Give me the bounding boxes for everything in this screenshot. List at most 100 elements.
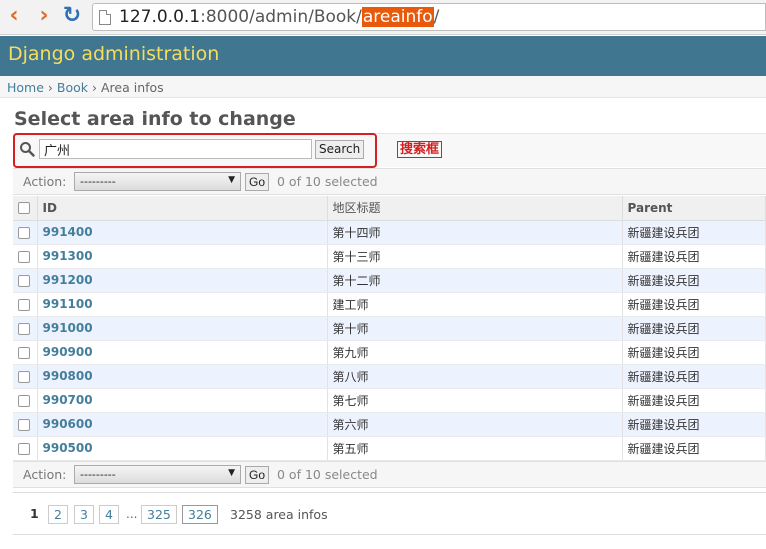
back-arrow-icon[interactable]: ‹	[4, 5, 24, 28]
row-checkbox[interactable]	[18, 298, 30, 311]
page-link-last[interactable]: 326	[182, 505, 218, 524]
row-checkbox[interactable]	[18, 418, 30, 431]
selection-counter: 0 of 10 selected	[277, 174, 378, 189]
page-title: Select area info to change	[14, 108, 296, 130]
page-link[interactable]: 2	[48, 505, 68, 524]
row-checkbox-cell	[13, 412, 38, 437]
row-id-link[interactable]: 991200	[43, 273, 93, 287]
row-id-link[interactable]: 991300	[43, 249, 93, 263]
row-checkbox[interactable]	[18, 274, 30, 287]
column-header-id[interactable]: ID	[37, 196, 328, 221]
row-id-link[interactable]: 990900	[43, 345, 93, 359]
cell-title: 建工师	[327, 292, 623, 317]
cell-parent: 新疆建设兵团	[622, 388, 766, 413]
cell-id: 990700	[37, 388, 328, 413]
cell-title: 第七师	[327, 388, 623, 413]
cell-id: 990900	[37, 340, 328, 365]
cell-title: 第十二师	[327, 268, 623, 293]
dropdown-arrow-icon: ▼	[228, 175, 235, 185]
page-icon	[99, 10, 111, 25]
cell-id: 991100	[37, 292, 328, 317]
cell-title: 第六师	[327, 412, 623, 437]
url-text: 127.0.0.1:8000/admin/Book/areainfo/	[119, 7, 440, 27]
cell-parent: 新疆建设兵团	[622, 436, 766, 461]
go-button[interactable]: Go	[245, 466, 270, 484]
cell-id: 990500	[37, 436, 328, 461]
select-all-checkbox[interactable]	[18, 202, 30, 215]
row-id-link[interactable]: 991100	[43, 297, 93, 311]
row-checkbox[interactable]	[18, 442, 30, 455]
row-checkbox[interactable]	[18, 394, 30, 407]
page-link[interactable]: 3	[74, 505, 94, 524]
table-row: 991100 建工师 新疆建设兵团	[13, 292, 766, 317]
row-checkbox[interactable]	[18, 226, 30, 239]
row-checkbox-cell	[13, 316, 38, 341]
table-row: 990900 第九师 新疆建设兵团	[13, 340, 766, 365]
results-table: ID 地区标题 Parent 991400 第十四师 新疆建设兵团 991300 第十三…	[13, 196, 766, 461]
row-checkbox[interactable]	[18, 250, 30, 263]
row-checkbox-cell	[13, 436, 38, 461]
row-id-link[interactable]: 991000	[43, 321, 93, 335]
row-id-link[interactable]: 990500	[43, 441, 93, 455]
cell-title: 第五师	[327, 436, 623, 461]
forward-arrow-icon[interactable]: ›	[34, 5, 54, 28]
page-link[interactable]: 4	[99, 505, 119, 524]
go-button[interactable]: Go	[245, 173, 270, 191]
row-checkbox[interactable]	[18, 370, 30, 383]
row-checkbox-cell	[13, 364, 38, 389]
address-bar[interactable]: 127.0.0.1:8000/admin/Book/areainfo/	[92, 3, 766, 31]
admin-header: Django administration	[0, 36, 766, 76]
site-title[interactable]: Django administration	[8, 43, 219, 65]
row-checkbox-cell	[13, 340, 38, 365]
cell-id: 991200	[37, 268, 328, 293]
cell-parent: 新疆建设兵团	[622, 220, 766, 245]
breadcrumb-home[interactable]: Home	[7, 80, 44, 95]
breadcrumb-app[interactable]: Book	[57, 80, 88, 95]
table-row: 991300 第十三师 新疆建设兵团	[13, 244, 766, 269]
cell-id: 990600	[37, 412, 328, 437]
cell-id: 991000	[37, 316, 328, 341]
breadcrumb: Home › Book › Area infos	[0, 76, 766, 98]
cell-id: 990800	[37, 364, 328, 389]
search-annotation: 搜索框	[397, 141, 443, 158]
row-checkbox-cell	[13, 268, 38, 293]
paginator: 1 2 3 4 ... 325 326 3258 area infos	[13, 492, 766, 535]
cell-parent: 新疆建设兵团	[622, 340, 766, 365]
result-count: 3258 area infos	[230, 507, 328, 522]
row-id-link[interactable]: 991400	[43, 225, 93, 239]
column-header-parent[interactable]: Parent	[622, 196, 766, 221]
cell-id: 991400	[37, 220, 328, 245]
action-label: Action:	[23, 467, 67, 482]
select-all-cell	[13, 196, 38, 221]
action-select[interactable]: --------- ▼	[74, 172, 241, 191]
reload-icon[interactable]: ↻	[62, 5, 82, 28]
row-checkbox[interactable]	[18, 346, 30, 359]
table-row: 990800 第八师 新疆建设兵团	[13, 364, 766, 389]
browser-toolbar: ‹ › ↻ 127.0.0.1:8000/admin/Book/areainfo…	[0, 0, 766, 35]
cell-id: 991300	[37, 244, 328, 269]
row-checkbox-cell	[13, 388, 38, 413]
row-checkbox-cell	[13, 292, 38, 317]
action-select[interactable]: --------- ▼	[74, 465, 241, 484]
actions-bar-bottom: Action: --------- ▼ Go 0 of 10 selected	[13, 461, 766, 488]
row-id-link[interactable]: 990700	[43, 393, 93, 407]
cell-title: 第十三师	[327, 244, 623, 269]
table-row: 991000 第十师 新疆建设兵团	[13, 316, 766, 341]
cell-title: 第十师	[327, 316, 623, 341]
selection-counter: 0 of 10 selected	[277, 467, 378, 482]
column-header-title[interactable]: 地区标题	[327, 196, 623, 221]
page-link[interactable]: 325	[141, 505, 177, 524]
row-id-link[interactable]: 990600	[43, 417, 93, 431]
table-row: 991200 第十二师 新疆建设兵团	[13, 268, 766, 293]
dropdown-arrow-icon: ▼	[228, 468, 235, 478]
cell-parent: 新疆建设兵团	[622, 292, 766, 317]
cell-parent: 新疆建设兵团	[622, 412, 766, 437]
page-ellipsis: ...	[126, 507, 138, 521]
row-checkbox[interactable]	[18, 322, 30, 335]
table-row: 990700 第七师 新疆建设兵团	[13, 388, 766, 413]
page-current: 1	[30, 506, 39, 521]
table-header-row: ID 地区标题 Parent	[13, 196, 766, 221]
action-label: Action:	[23, 174, 67, 189]
cell-parent: 新疆建设兵团	[622, 268, 766, 293]
row-id-link[interactable]: 990800	[43, 369, 93, 383]
